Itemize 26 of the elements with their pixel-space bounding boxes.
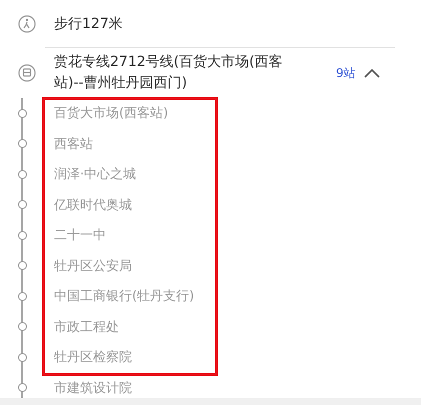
stop-ring-icon [18,200,26,210]
bus-icon [18,64,36,82]
stop-name: 百货大市场(西客站) [54,105,168,122]
stop-name: 市建筑设计院 [54,380,132,397]
stop-name: 中国工商银行(牡丹支行) [54,288,194,306]
stop-name: 市政工程处 [54,318,119,336]
stop-name: 牡丹区公安局 [54,258,132,275]
stop-name: 亿联时代奥城 [54,196,132,214]
stop-ring-icon [18,322,26,332]
stop-ring-icon [18,292,26,301]
walk-distance: 步行127米 [54,14,123,32]
stop-ring-icon [18,170,26,179]
stop-name: 二十一中 [54,227,106,244]
stop-ring-icon [18,261,26,270]
stop-ring-icon [18,383,26,392]
stop-name: 牡丹区检察院 [54,349,132,366]
stop-ring-icon [18,108,26,118]
walking-person-icon [18,14,36,32]
stop-name: 润泽·中心之城 [54,166,136,184]
stop-ring-icon [18,352,26,362]
stop-ring-icon [18,230,26,240]
caret-icon[interactable] [364,68,380,78]
stop-ring-icon [18,139,26,148]
bus-route-title: 赏花专线2712号线(百货大市场(西客站)--曹州牡丹园西门) [54,53,284,93]
stop-name: 西客站 [54,136,93,153]
stop-count[interactable]: 9站 [336,64,356,82]
